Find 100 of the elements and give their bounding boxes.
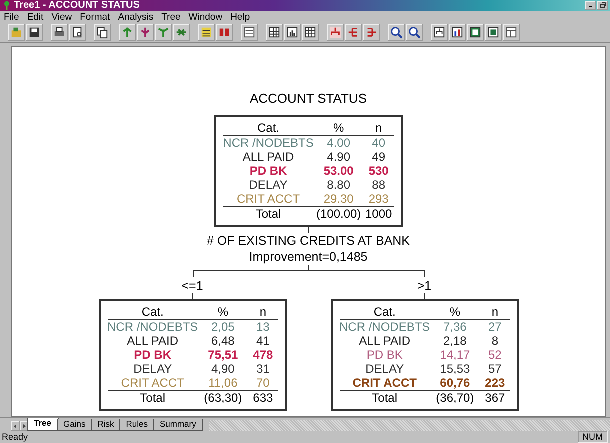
menu-item[interactable]: Tree xyxy=(162,12,181,22)
count-value: 293 xyxy=(368,192,390,206)
toolbar-button[interactable] xyxy=(198,24,215,41)
total-label: Total xyxy=(108,390,198,405)
menu-item[interactable]: Edit xyxy=(27,12,44,22)
scroll-left-button[interactable] xyxy=(11,421,20,431)
percent-value: 2,18 xyxy=(442,334,468,348)
tab[interactable]: Gains xyxy=(56,419,93,431)
count-value: 1000 xyxy=(364,206,394,221)
split-variable: # OF EXISTING CREDITS AT BANK xyxy=(206,233,410,249)
category-label: CRIT ACCT xyxy=(352,376,418,390)
toolbar-button[interactable] xyxy=(467,24,484,41)
count-value: 530 xyxy=(368,164,390,178)
category-label: NCR /NODEBTS xyxy=(223,136,314,150)
percent-value: 6,48 xyxy=(210,334,236,348)
percent-value: 60,76 xyxy=(439,376,472,390)
percent-value: (36,70) xyxy=(430,390,480,405)
count-value: 633 xyxy=(248,390,278,405)
preview-icon xyxy=(71,26,84,39)
toolbar-button[interactable] xyxy=(241,24,258,41)
percent-value: 75,51 xyxy=(207,348,240,362)
menu-item[interactable]: File xyxy=(4,12,20,22)
toolbar-button[interactable] xyxy=(431,24,448,41)
column-header: % xyxy=(198,305,248,320)
restore-icon xyxy=(598,2,606,9)
columns-icon xyxy=(218,26,231,39)
count-value: 88 xyxy=(371,178,387,192)
toolbar-button[interactable] xyxy=(503,24,520,41)
count-value: 8 xyxy=(490,334,500,348)
left-arrow-icon xyxy=(12,422,19,430)
improvement-text: Improvement=0,1485 xyxy=(248,249,369,265)
list-icon xyxy=(200,26,213,39)
toolbar-button[interactable] xyxy=(485,24,502,41)
category-label: DELAY xyxy=(248,178,289,192)
percent-value: 2,05 xyxy=(210,320,236,334)
count-value: 40 xyxy=(371,136,387,150)
menu-item[interactable]: Window xyxy=(188,12,223,22)
toolbar-button[interactable] xyxy=(284,24,301,41)
grid-icon xyxy=(268,26,281,39)
grid-icon xyxy=(304,26,317,39)
percent-value: 11,06 xyxy=(208,376,239,390)
total-label: Total xyxy=(340,390,430,405)
tab[interactable]: Summary xyxy=(152,419,204,431)
minimize-button[interactable] xyxy=(585,1,596,10)
window-title: Tree1 - ACCOUNT STATUS xyxy=(14,0,140,11)
count-value: 49 xyxy=(371,150,387,164)
column-header: Cat. xyxy=(340,305,430,320)
toolbar-button[interactable] xyxy=(26,24,43,41)
percent-value: 53.00 xyxy=(322,164,355,178)
tab[interactable]: Tree xyxy=(27,418,58,431)
percent-value: (100.00) xyxy=(314,206,364,221)
percent-value: 15,53 xyxy=(439,362,472,376)
chart-icon xyxy=(286,26,299,39)
right-arrow-icon xyxy=(21,422,28,430)
count-value: 70 xyxy=(256,376,271,390)
save-icon xyxy=(28,26,41,39)
tree-title: ACCOUNT STATUS xyxy=(250,91,367,106)
column-header: n xyxy=(248,305,278,320)
percent-value: 4,90 xyxy=(210,362,236,376)
menu-item[interactable]: View xyxy=(52,12,72,22)
chart-icon xyxy=(451,26,464,39)
toolbar-button[interactable] xyxy=(266,24,283,41)
count-value: 478 xyxy=(252,348,274,362)
toolbar-button[interactable] xyxy=(51,24,68,41)
count-value: 367 xyxy=(480,390,510,405)
category-label: NCR /NODEBTS xyxy=(108,320,198,334)
menu-item[interactable]: Analysis xyxy=(118,12,154,22)
zoom-out-icon xyxy=(408,26,421,39)
category-label: CRIT ACCT xyxy=(120,376,186,390)
table-icon xyxy=(243,26,256,39)
toolbar-button[interactable] xyxy=(388,24,405,41)
category-label: PD BK xyxy=(133,348,173,362)
column-header: % xyxy=(430,305,480,320)
percent-value: 4.00 xyxy=(326,136,352,150)
category-label: DELAY xyxy=(132,362,174,376)
count-value: 27 xyxy=(488,320,503,334)
open-icon xyxy=(10,26,23,39)
menu-item[interactable]: Format xyxy=(80,12,110,22)
toolbar-button[interactable] xyxy=(406,24,423,41)
column-header: % xyxy=(314,121,364,136)
status-message: Ready xyxy=(2,432,28,442)
column-header: n xyxy=(364,121,394,136)
restore-button[interactable] xyxy=(597,1,608,10)
percent-value: 14,17 xyxy=(439,348,472,362)
toolbar-button[interactable] xyxy=(94,24,111,41)
category-label: DELAY xyxy=(364,362,406,376)
num-lock-indicator: NUM xyxy=(578,431,608,443)
category-label: PD BK xyxy=(248,164,288,178)
total-label: Total xyxy=(223,206,314,221)
copy-icon xyxy=(96,26,109,39)
count-value: 223 xyxy=(484,376,506,390)
toolbar-button[interactable] xyxy=(137,24,154,41)
tab[interactable]: Rules xyxy=(119,419,155,431)
horizontal-scrollbar[interactable] xyxy=(209,420,610,431)
tab[interactable]: Risk xyxy=(90,419,122,431)
percent-value: (63,30) xyxy=(198,390,248,405)
toolbar-button[interactable] xyxy=(449,24,466,41)
menu-item[interactable]: Help xyxy=(230,12,250,22)
toolbar-button[interactable] xyxy=(69,24,86,41)
toolbar-button[interactable] xyxy=(302,24,319,41)
